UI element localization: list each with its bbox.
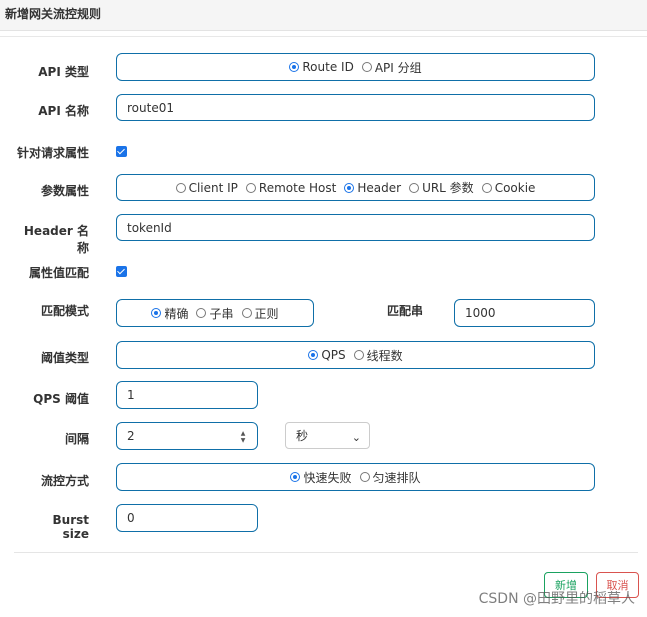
param-attr-radio-group: Client IP Remote Host Header URL 参数 Cook… <box>116 174 595 201</box>
control-behavior-radio-group: 快速失败 匀速排队 <box>116 463 595 491</box>
radio-unchecked-icon <box>353 350 364 360</box>
dialog-header: 新增网关流控规则 <box>0 0 647 31</box>
attr-value-match-label: 属性值匹配 <box>28 266 89 280</box>
radio-checked-icon <box>151 308 162 318</box>
api-type-radio-group: Route ID API 分组 <box>116 53 595 81</box>
threshold-type-label: 阈值类型 <box>40 351 89 365</box>
control-behavior-option-fail-fast[interactable]: 快速失败 <box>290 469 352 486</box>
header-name-label: Header 名称 <box>23 224 89 255</box>
api-type-option-route-id[interactable]: Route ID <box>289 60 354 74</box>
interval-number-input[interactable]: 2 ▲ ▼ <box>116 422 258 450</box>
match-string-label: 匹配串 <box>387 304 424 318</box>
interval-label: 间隔 <box>64 432 89 446</box>
param-attr-option-cookie[interactable]: Cookie <box>481 181 535 195</box>
match-mode-option-exact[interactable]: 精确 <box>151 305 188 322</box>
radio-checked-icon <box>308 350 319 360</box>
match-mode-option-substring[interactable]: 子串 <box>196 305 234 322</box>
radio-unchecked-icon <box>175 182 186 193</box>
api-type-option-api-group[interactable]: API 分组 <box>361 59 422 76</box>
header-name-input[interactable]: tokenId <box>116 214 595 241</box>
param-attr-option-url-param[interactable]: URL 参数 <box>409 179 474 196</box>
burst-size-label: Burst size <box>52 513 90 541</box>
api-type-label: API 类型 <box>38 65 89 79</box>
match-request-attr-label: 针对请求属性 <box>16 146 89 160</box>
radio-unchecked-icon <box>196 308 207 318</box>
radio-unchecked-icon <box>409 182 420 193</box>
param-attr-option-remote-host[interactable]: Remote Host <box>245 181 336 195</box>
radio-unchecked-icon <box>361 62 372 72</box>
interval-unit-select[interactable]: 秒 ⌄ <box>285 422 370 449</box>
csdn-watermark: CSDN @田野里的稻草人 <box>478 591 635 607</box>
radio-checked-icon <box>289 62 300 72</box>
match-mode-radio-group: 精确 子串 正则 <box>116 299 314 327</box>
param-attr-option-header[interactable]: Header <box>344 181 401 195</box>
attr-value-match-checkbox[interactable] <box>116 266 127 277</box>
number-stepper-icon[interactable]: ▲ ▼ <box>239 430 247 443</box>
param-attr-label: 参数属性 <box>40 184 89 198</box>
match-request-attr-checkbox[interactable] <box>116 146 127 157</box>
qps-threshold-input[interactable]: 1 <box>116 381 258 409</box>
dialog-title: 新增网关流控规则 <box>5 7 102 21</box>
radio-unchecked-icon <box>359 472 370 482</box>
match-string-input[interactable]: 1000 <box>454 299 595 327</box>
radio-unchecked-icon <box>245 182 256 193</box>
param-attr-option-client-ip[interactable]: Client IP <box>175 181 238 195</box>
control-behavior-option-rate-limit[interactable]: 匀速排队 <box>359 469 421 486</box>
burst-size-input[interactable]: 0 <box>116 504 258 532</box>
threshold-type-option-threads[interactable]: 线程数 <box>353 347 403 364</box>
radio-unchecked-icon <box>241 308 252 318</box>
radio-unchecked-icon <box>481 182 492 193</box>
api-name-label: API 名称 <box>38 104 89 118</box>
match-mode-option-regex[interactable]: 正则 <box>241 305 279 322</box>
footer-divider <box>14 552 638 553</box>
threshold-type-radio-group: QPS 线程数 <box>116 341 595 369</box>
control-behavior-label: 流控方式 <box>40 474 89 488</box>
qps-threshold-label: QPS 阈值 <box>33 392 89 406</box>
radio-checked-icon <box>344 182 355 193</box>
radio-checked-icon <box>290 472 301 482</box>
match-mode-label: 匹配模式 <box>40 304 89 318</box>
chevron-down-icon: ⌄ <box>351 431 361 444</box>
threshold-type-option-qps[interactable]: QPS <box>308 348 346 362</box>
api-name-input[interactable]: route01 <box>116 94 595 121</box>
